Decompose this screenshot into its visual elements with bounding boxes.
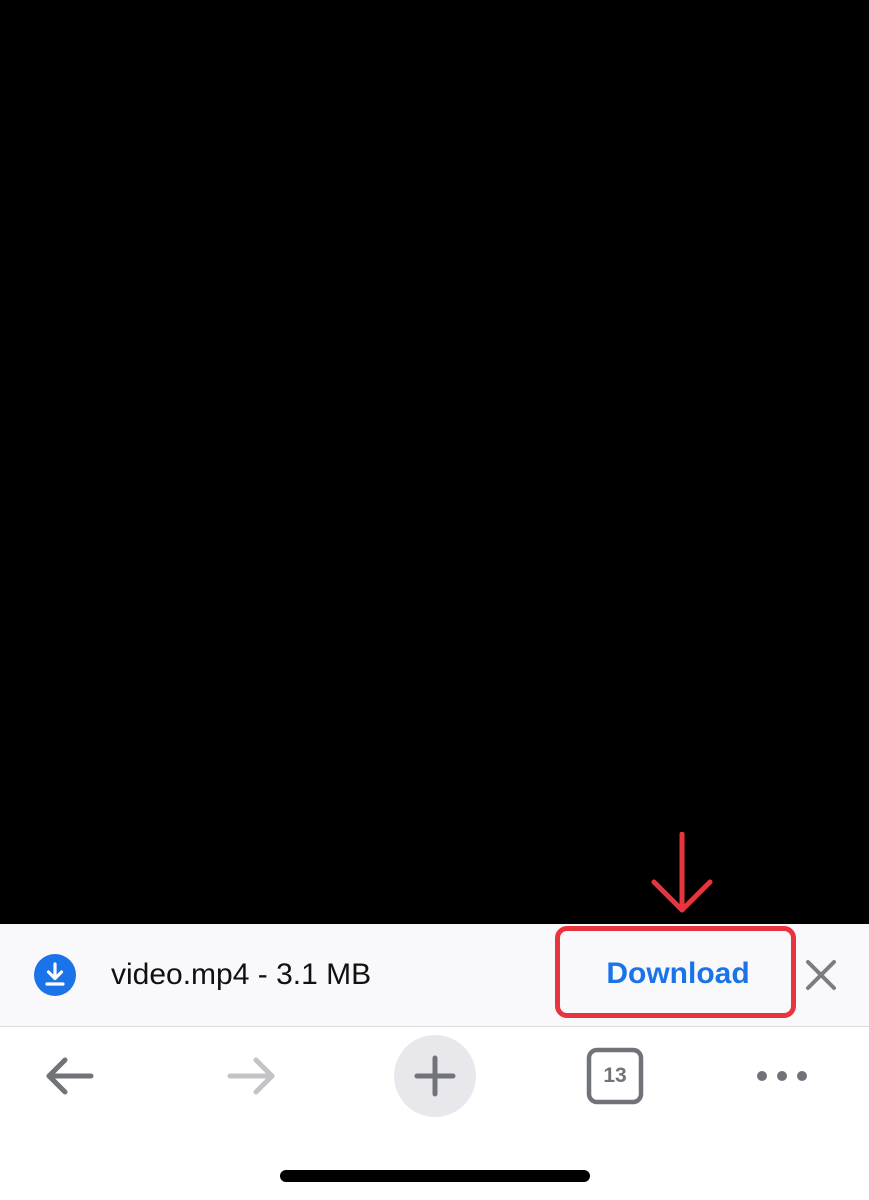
plus-icon <box>414 1055 456 1097</box>
home-indicator[interactable] <box>280 1170 590 1182</box>
browser-toolbar: 13 <box>0 1027 869 1127</box>
tab-count: 13 <box>603 1064 627 1087</box>
tab-switcher-button[interactable]: 13 <box>574 1035 656 1117</box>
forward-arrow-icon <box>227 1057 275 1095</box>
new-tab-button[interactable] <box>394 1035 476 1117</box>
download-bar: video.mp4 - 3.1 MB Download <box>0 924 869 1027</box>
back-button[interactable] <box>28 1035 110 1117</box>
forward-button[interactable] <box>211 1035 293 1117</box>
back-arrow-icon <box>46 1057 94 1095</box>
download-button[interactable]: Download <box>560 930 796 1018</box>
more-horizontal-icon <box>757 1071 807 1081</box>
close-icon[interactable] <box>800 954 842 996</box>
download-circle-icon <box>34 954 76 996</box>
download-filename: video.mp4 - 3.1 MB <box>111 958 372 991</box>
browser-viewport: video.mp4 - 3.1 MB Download 13 <box>0 0 869 1200</box>
more-menu-button[interactable] <box>741 1035 823 1117</box>
video-player-area[interactable] <box>0 0 869 924</box>
